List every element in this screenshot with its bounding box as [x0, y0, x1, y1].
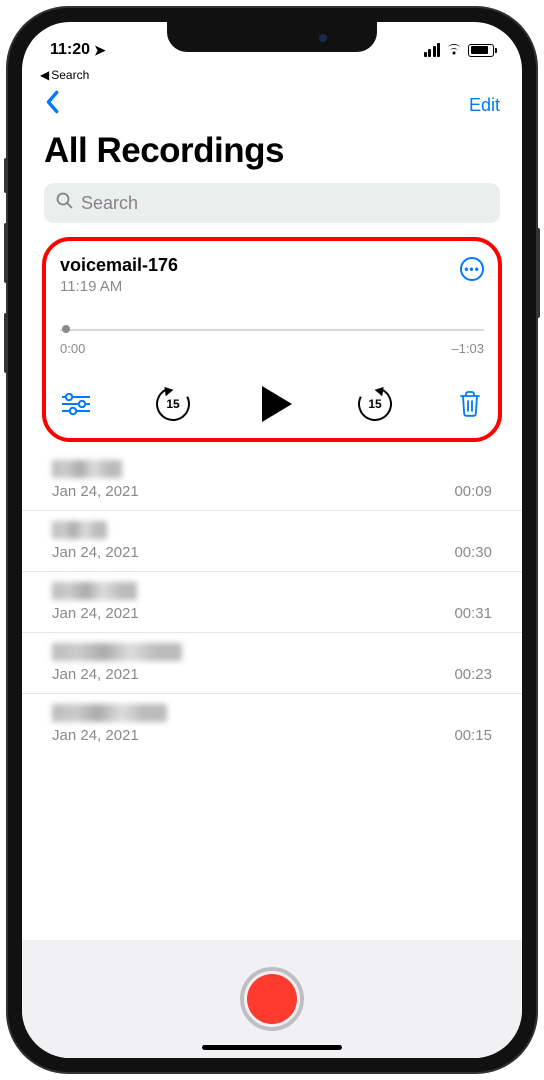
recording-title-redacted	[52, 460, 122, 478]
recording-list-item[interactable]: Jan 24, 2021 00:31	[22, 572, 522, 633]
battery-icon	[468, 44, 494, 57]
elapsed-time: 0:00	[60, 341, 85, 356]
recording-date: Jan 24, 2021	[52, 727, 167, 744]
scrubber[interactable]	[60, 325, 484, 335]
phone-frame: 11:20 ➤ ◀ Search Edit	[8, 8, 536, 1072]
back-breadcrumb-label: Search	[51, 68, 89, 82]
status-time: 11:20	[50, 41, 90, 59]
search-input[interactable]: Search	[44, 183, 500, 223]
wifi-icon	[445, 42, 463, 59]
delete-button[interactable]	[458, 390, 482, 418]
recording-duration: 00:30	[454, 544, 492, 561]
recording-timestamp: 11:19 AM	[60, 278, 178, 295]
side-buttons-left	[4, 158, 8, 403]
side-button-right	[536, 228, 540, 318]
recording-title-redacted	[52, 521, 107, 539]
recording-list-item[interactable]: Jan 24, 2021 00:23	[22, 633, 522, 694]
recording-list-item[interactable]: Jan 24, 2021 00:09	[22, 450, 522, 511]
recording-title: voicemail-176	[60, 255, 178, 276]
remaining-time: –1:03	[451, 341, 484, 356]
back-button[interactable]	[44, 90, 60, 121]
skip-back-15-button[interactable]: 15	[156, 387, 190, 421]
recording-title-redacted	[52, 582, 137, 600]
notch	[167, 22, 377, 52]
recording-date: Jan 24, 2021	[52, 544, 139, 561]
search-placeholder: Search	[81, 193, 138, 214]
recording-date: Jan 24, 2021	[52, 605, 139, 622]
location-arrow-icon: ➤	[94, 42, 106, 59]
play-icon	[262, 386, 292, 422]
search-icon	[56, 192, 73, 214]
recording-list-item[interactable]: Jan 24, 2021 00:15	[22, 694, 522, 754]
recording-title-redacted	[52, 704, 167, 722]
settings-sliders-button[interactable]	[62, 393, 90, 415]
record-button[interactable]	[240, 967, 304, 1031]
back-caret-icon: ◀	[40, 68, 49, 82]
recording-expanded[interactable]: voicemail-176 11:19 AM ••• 0:00 –1:03	[42, 237, 502, 442]
record-icon	[247, 974, 297, 1024]
play-button[interactable]	[256, 386, 292, 422]
record-toolbar	[22, 940, 522, 1058]
recording-duration: 00:31	[454, 605, 492, 622]
content-area: voicemail-176 11:19 AM ••• 0:00 –1:03	[22, 237, 522, 940]
back-breadcrumb[interactable]: ◀ Search	[22, 66, 522, 82]
screen: 11:20 ➤ ◀ Search Edit	[22, 22, 522, 1058]
recording-duration: 00:23	[454, 666, 492, 683]
more-options-button[interactable]: •••	[460, 257, 484, 281]
home-indicator[interactable]	[202, 1045, 342, 1050]
skip-forward-15-button[interactable]: 15	[358, 387, 392, 421]
edit-button[interactable]: Edit	[469, 95, 500, 116]
scrubber-playhead[interactable]	[62, 325, 70, 333]
recording-duration: 00:09	[454, 483, 492, 500]
cellular-signal-icon	[424, 43, 441, 57]
recording-list-item[interactable]: Jan 24, 2021 00:30	[22, 511, 522, 572]
recording-date: Jan 24, 2021	[52, 666, 182, 683]
recording-title-redacted	[52, 643, 182, 661]
recording-date: Jan 24, 2021	[52, 483, 139, 500]
recording-duration: 00:15	[454, 727, 492, 744]
page-title: All Recordings	[22, 127, 522, 183]
nav-bar: Edit	[22, 82, 522, 127]
